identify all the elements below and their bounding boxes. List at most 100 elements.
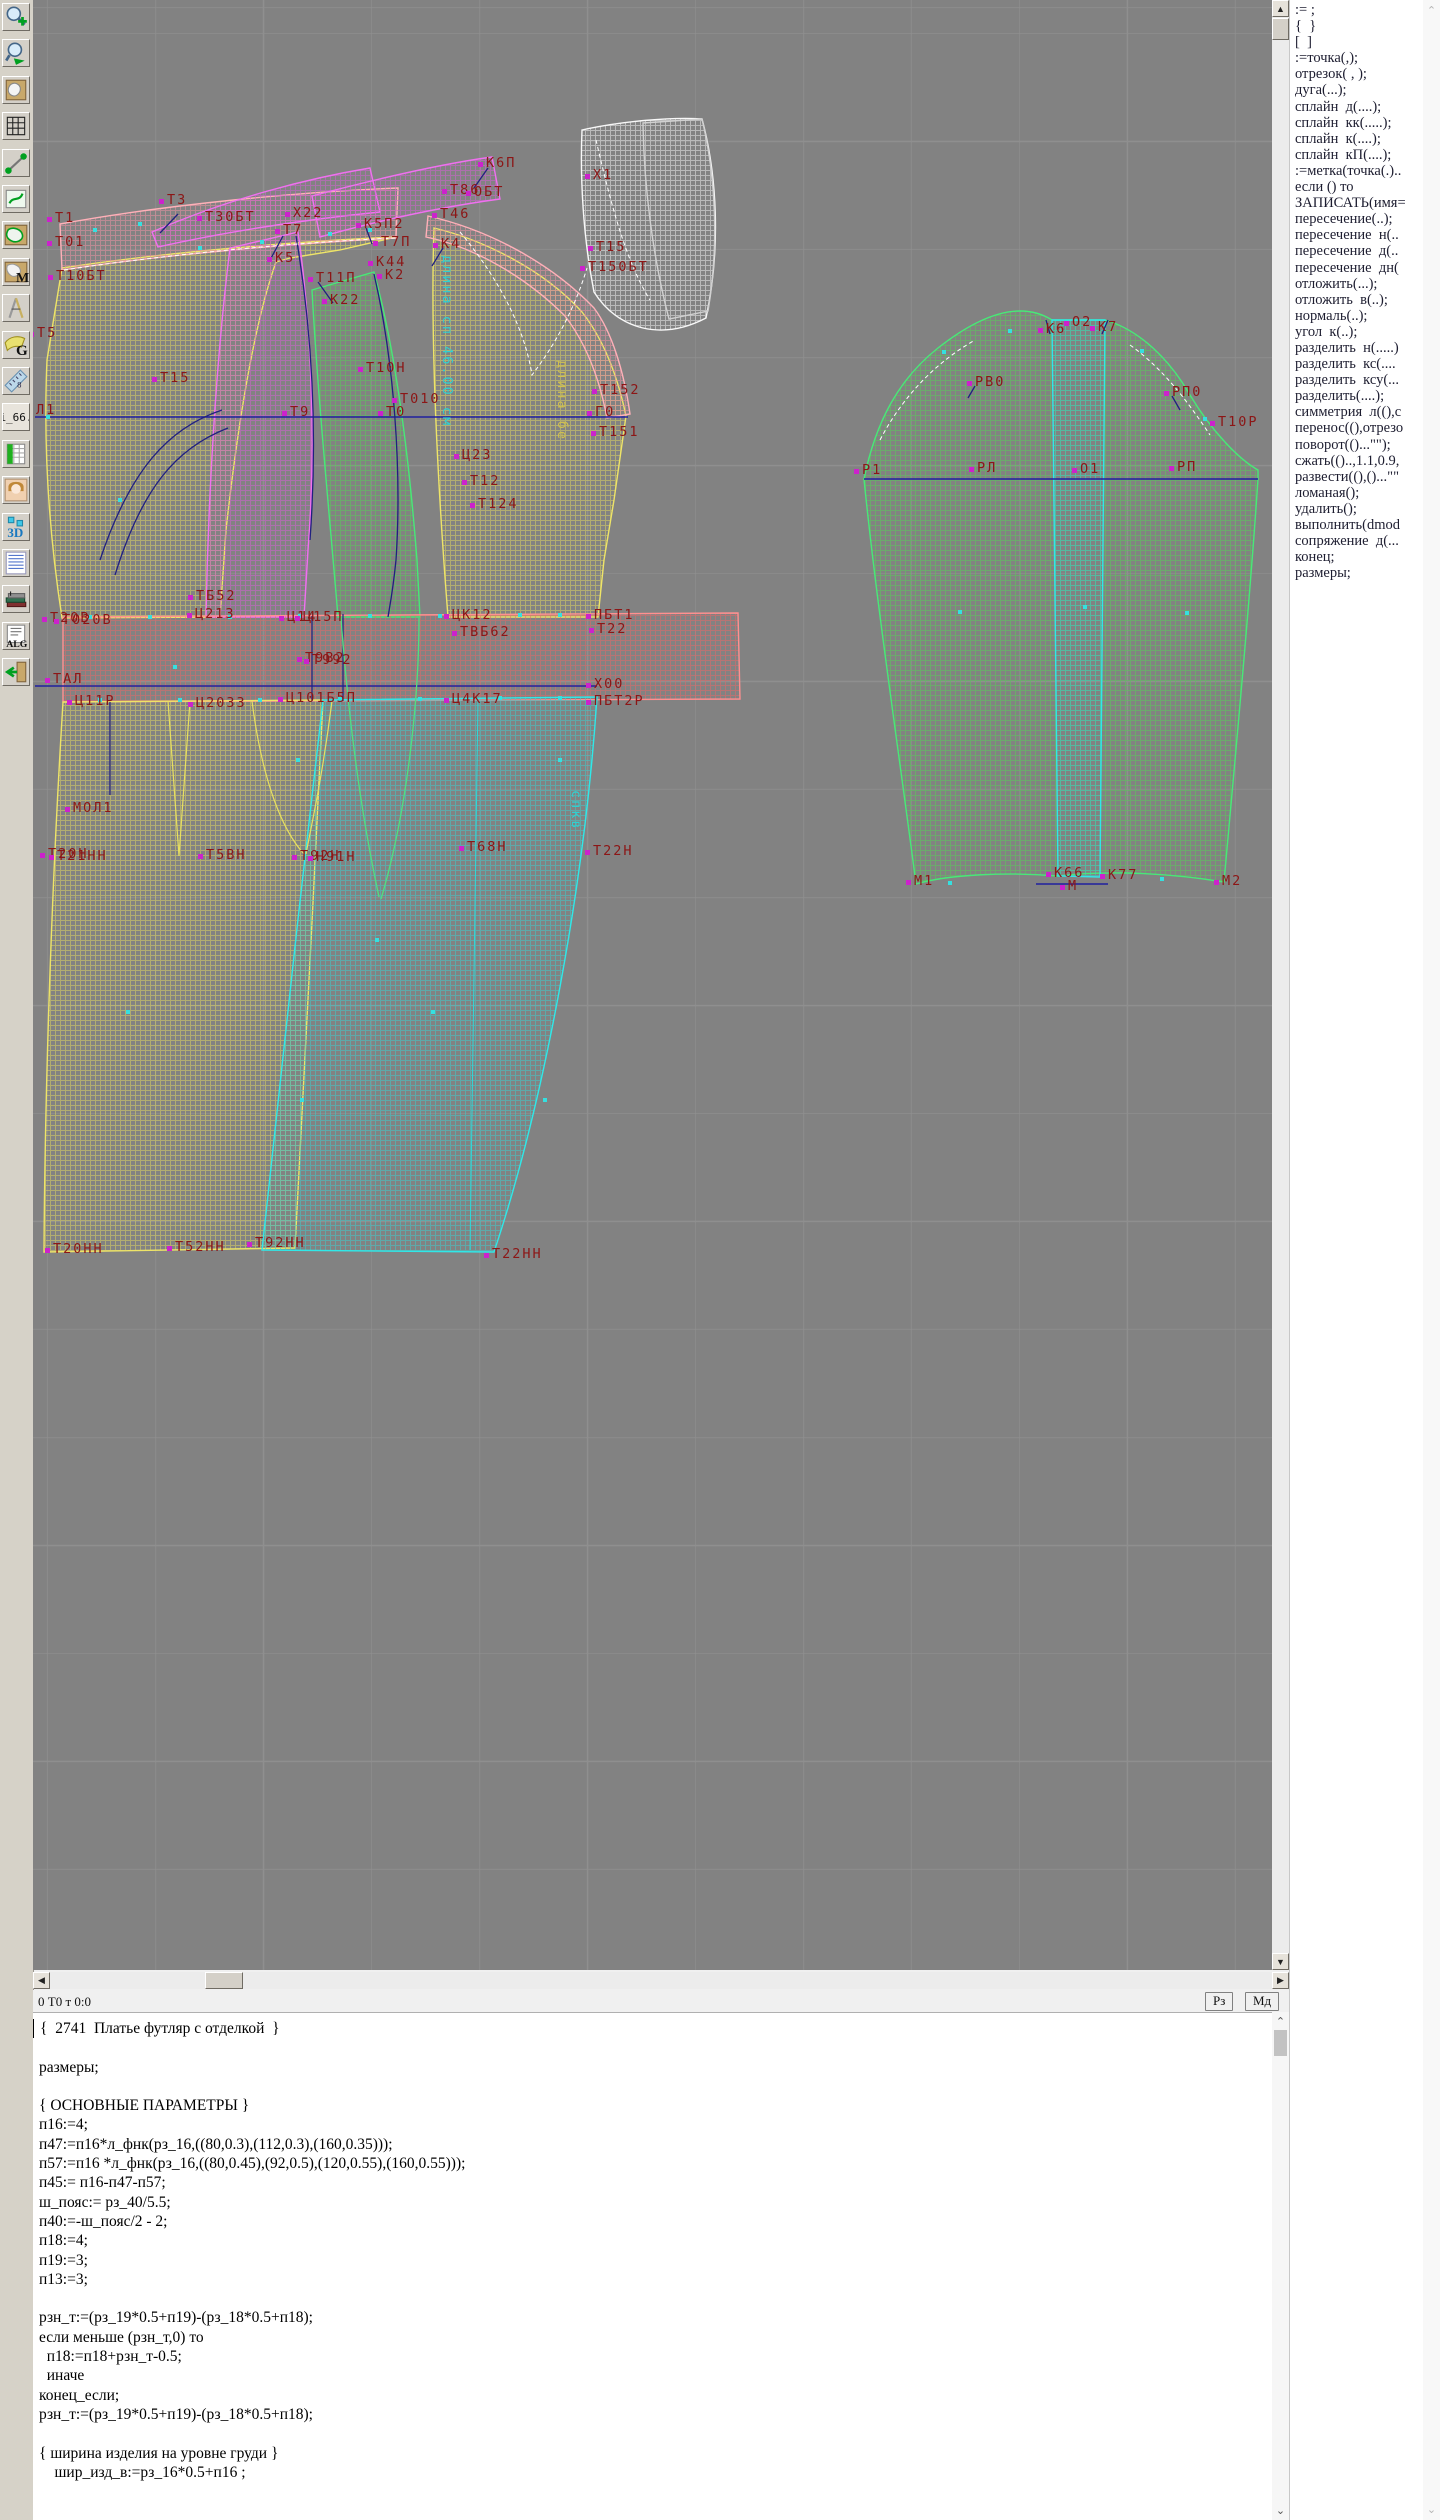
notch-marker[interactable] <box>958 610 962 614</box>
point-marker[interactable] <box>47 217 52 222</box>
scroll-up-icon[interactable]: ⌃ <box>1272 2015 1289 2028</box>
point-marker[interactable] <box>432 213 437 218</box>
point-marker[interactable] <box>1214 880 1219 885</box>
point-marker[interactable] <box>297 657 302 662</box>
point-marker[interactable] <box>967 381 972 386</box>
notch-marker[interactable] <box>328 232 332 236</box>
measure-segment-icon[interactable] <box>2 148 30 177</box>
size-table-icon[interactable] <box>2 439 30 468</box>
books-icon[interactable] <box>2 585 30 614</box>
sketch-icon[interactable] <box>2 185 30 213</box>
notch-marker[interactable] <box>260 240 264 244</box>
point-marker[interactable] <box>442 189 447 194</box>
notch-marker[interactable] <box>118 498 122 502</box>
point-marker[interactable] <box>1072 468 1077 473</box>
canvas-vscroll-thumb[interactable] <box>1272 18 1289 40</box>
command-item[interactable]: { } <box>1290 18 1424 34</box>
point-marker[interactable] <box>267 257 272 262</box>
point-marker[interactable] <box>356 223 361 228</box>
command-item[interactable]: нормаль(..); <box>1290 308 1424 324</box>
scroll-down-icon[interactable]: ▼ <box>1272 1953 1289 1970</box>
notch-marker[interactable] <box>296 758 300 762</box>
point-marker[interactable] <box>282 411 287 416</box>
command-item[interactable]: := ; <box>1290 2 1424 18</box>
command-item[interactable]: :=метка(точка(.).. <box>1290 163 1424 179</box>
point-marker[interactable] <box>48 275 53 280</box>
point-marker[interactable] <box>585 850 590 855</box>
scroll-right-icon[interactable]: ▶ <box>1272 1972 1289 1989</box>
command-item[interactable]: разделить н(.....) <box>1290 340 1424 356</box>
point-marker[interactable] <box>54 619 59 624</box>
command-item[interactable]: ЗАПИСАТЬ(имя= <box>1290 195 1424 211</box>
command-item[interactable]: размеры; <box>1290 565 1424 581</box>
command-item[interactable]: поворот(()...""); <box>1290 437 1424 453</box>
point-marker[interactable] <box>1100 874 1105 879</box>
point-marker[interactable] <box>444 614 449 619</box>
point-marker[interactable] <box>1060 885 1065 890</box>
point-marker[interactable] <box>587 411 592 416</box>
command-item[interactable]: сопряжение д(... <box>1290 533 1424 549</box>
point-marker[interactable] <box>45 678 50 683</box>
canvas-hscroll-thumb[interactable] <box>205 1972 243 1989</box>
command-item[interactable]: :=точка(,); <box>1290 50 1424 66</box>
grid-icon[interactable] <box>2 112 30 141</box>
piece-waistband[interactable] <box>62 612 741 703</box>
point-marker[interactable] <box>466 191 471 196</box>
point-marker[interactable] <box>378 411 383 416</box>
point-marker[interactable] <box>45 1248 50 1253</box>
command-item[interactable]: ломаная(); <box>1290 485 1424 501</box>
scroll-down-icon[interactable]: ⌄ <box>1423 2503 1440 2516</box>
scroll-down-icon[interactable]: ⌄ <box>1272 2504 1289 2517</box>
point-marker[interactable] <box>1038 328 1043 333</box>
point-marker[interactable] <box>589 628 594 633</box>
exit-icon[interactable] <box>2 658 30 687</box>
command-item[interactable]: сплайн к(....); <box>1290 131 1424 147</box>
md-button[interactable]: Мд <box>1245 1992 1280 2011</box>
notch-marker[interactable] <box>93 228 97 232</box>
point-marker[interactable] <box>1164 391 1169 396</box>
point-marker[interactable] <box>592 389 597 394</box>
point-marker[interactable] <box>278 697 283 702</box>
point-marker[interactable] <box>285 212 290 217</box>
notch-marker[interactable] <box>1083 605 1087 609</box>
point-marker[interactable] <box>188 702 193 707</box>
notch-marker[interactable] <box>518 613 522 617</box>
point-marker[interactable] <box>308 277 313 282</box>
notch-marker[interactable] <box>368 614 372 618</box>
point-marker[interactable] <box>586 683 591 688</box>
notch-marker[interactable] <box>126 1010 130 1014</box>
point-marker[interactable] <box>47 241 52 246</box>
command-item[interactable]: пересечение дн( <box>1290 260 1424 276</box>
command-item[interactable]: отложить в(..); <box>1290 292 1424 308</box>
command-item[interactable]: перенос((),отрезо <box>1290 420 1424 436</box>
notch-marker[interactable] <box>138 222 142 226</box>
scroll-left-icon[interactable]: ◀ <box>33 1972 50 1989</box>
sheet-preview-icon[interactable] <box>2 75 30 104</box>
notch-marker[interactable] <box>173 665 177 669</box>
notch-marker[interactable] <box>300 1098 304 1102</box>
notch-marker[interactable] <box>543 1098 547 1102</box>
point-marker[interactable] <box>906 880 911 885</box>
point-marker[interactable] <box>279 616 284 621</box>
canvas-vscrollbar[interactable]: ▲ ▼ <box>1272 0 1289 1970</box>
alg-icon[interactable]: ALG <box>2 621 30 650</box>
point-marker[interactable] <box>197 216 202 221</box>
command-item[interactable]: отложить(...); <box>1290 276 1424 292</box>
notch-marker[interactable] <box>558 758 562 762</box>
point-marker[interactable] <box>478 162 483 167</box>
point-marker[interactable] <box>304 659 309 664</box>
zoom-pan-icon[interactable] <box>2 39 30 68</box>
point-marker[interactable] <box>187 613 192 618</box>
notch-marker[interactable] <box>942 350 946 354</box>
command-item[interactable]: [ ] <box>1290 34 1424 50</box>
point-marker[interactable] <box>295 616 300 621</box>
point-marker[interactable] <box>67 700 72 705</box>
notch-marker[interactable] <box>431 1010 435 1014</box>
point-marker[interactable] <box>459 846 464 851</box>
point-marker[interactable] <box>1210 421 1215 426</box>
notch-marker[interactable] <box>948 881 952 885</box>
point-marker[interactable] <box>247 1242 252 1247</box>
point-marker[interactable] <box>49 855 54 860</box>
ruler-icon[interactable]: 8 <box>2 367 30 395</box>
command-item[interactable]: разделить кс(.... <box>1290 356 1424 372</box>
